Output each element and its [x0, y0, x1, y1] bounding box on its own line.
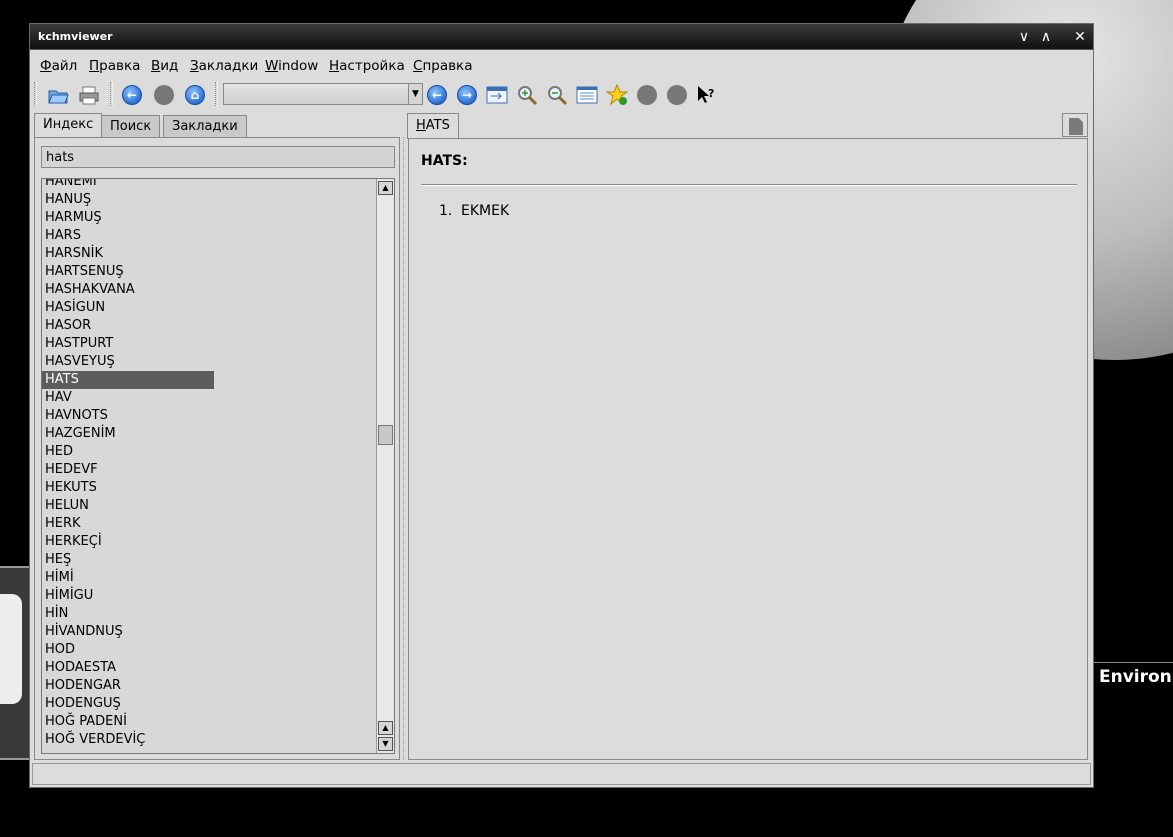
list-item[interactable]: HODAESTA	[42, 659, 214, 677]
list-number: 1.	[439, 203, 453, 219]
list-item[interactable]: HEKUTS	[42, 479, 214, 497]
status-bar	[32, 763, 1091, 785]
scroll-thumb[interactable]	[378, 425, 393, 445]
list-item[interactable]: HİMİ	[42, 569, 214, 587]
list-item[interactable]: HOD	[42, 641, 214, 659]
menu-bookmarks[interactable]: Закладки	[190, 58, 258, 74]
toolbar-grip[interactable]	[34, 82, 37, 106]
list-item[interactable]: HASİGUN	[42, 299, 214, 317]
panel-splitter[interactable]	[403, 137, 407, 760]
index-search-input[interactable]	[41, 146, 395, 168]
list-item[interactable]: HANEMİ	[42, 179, 214, 191]
list-item[interactable]: HODENGUŞ	[42, 695, 214, 713]
desktop-divider	[1094, 662, 1173, 663]
home-icon[interactable]: ⌂	[183, 83, 207, 107]
list-item[interactable]: HEŞ	[42, 551, 214, 569]
list-item-selected[interactable]: HATS	[42, 371, 214, 389]
content-heading: HATS:	[421, 153, 468, 169]
address-combo[interactable]: ▼	[223, 83, 423, 105]
tab-content[interactable]: HATS	[407, 113, 459, 139]
list-item[interactable]: HERKEÇİ	[42, 533, 214, 551]
nav-back-icon[interactable]: ←	[425, 83, 449, 107]
add-bookmark-icon[interactable]	[605, 83, 629, 107]
menu-help[interactable]: Справка	[413, 58, 473, 74]
title-bar[interactable]: kchmviewer ∨ ∧ ✕	[30, 24, 1093, 50]
tab-index[interactable]: Индекс	[34, 113, 103, 139]
list-item[interactable]: HEDEVF	[42, 461, 214, 479]
list-item[interactable]: HELUN	[42, 497, 214, 515]
list-item[interactable]: HANUŞ	[42, 191, 214, 209]
print-icon[interactable]	[77, 83, 101, 107]
menu-settings[interactable]: Настройка	[329, 58, 405, 74]
zoom-in-icon[interactable]	[515, 83, 539, 107]
toolbar: ← ⌂ ▼ ← → ?	[30, 80, 1093, 110]
nav-forward-icon[interactable]: →	[455, 83, 479, 107]
index-list-items: HANEMİ HANUŞ HARMUŞ HARS HARSNİK HARTSENUŞ HAS…	[42, 179, 376, 749]
new-page-icon	[1069, 118, 1083, 135]
list-item[interactable]: HİN	[42, 605, 214, 623]
list-item[interactable]: HOĞ VERDEVİÇ	[42, 731, 214, 749]
list-item[interactable]: HİVANDNUŞ	[42, 623, 214, 641]
tab-bookmarks[interactable]: Закладки	[163, 115, 247, 137]
open-icon[interactable]	[46, 83, 70, 107]
menu-window[interactable]: Window	[265, 58, 318, 74]
scroll-down-icon[interactable]: ▼	[378, 737, 393, 751]
toolbar-grip[interactable]	[215, 82, 218, 106]
index-panel: HANEMİHANUŞHARMUŞHARSHARSNİKHARTSENUŞHAS…	[34, 137, 400, 760]
desktop-text: Environn	[1099, 667, 1173, 687]
desktop: Environn kchmviewer ∨ ∧ ✕ Файл Правка Ви…	[0, 0, 1173, 837]
scroll-up-icon[interactable]: ▲	[378, 181, 393, 195]
list-item[interactable]: HARS	[42, 227, 214, 245]
tab-search[interactable]: Поиск	[101, 115, 161, 137]
list-item[interactable]: EKMEK	[461, 203, 509, 219]
chevron-down-icon[interactable]: ▼	[408, 84, 422, 104]
app-window: kchmviewer ∨ ∧ ✕ Файл Правка Вид Закладк…	[29, 23, 1094, 788]
list-item[interactable]: HASHAKVANA	[42, 281, 214, 299]
list-item[interactable]: HARSNİK	[42, 245, 214, 263]
svg-text:?: ?	[708, 87, 714, 100]
stop-icon[interactable]	[152, 83, 176, 107]
content-divider	[421, 184, 1077, 186]
minimize-button[interactable]: ∨	[1015, 28, 1033, 46]
menu-view[interactable]: Вид	[151, 58, 178, 74]
toolbar-grip[interactable]	[110, 82, 113, 106]
back-icon[interactable]: ←	[120, 83, 144, 107]
index-list: HANEMİ HANUŞ HARMUŞ HARS HARSNİK HARTSENUŞ HAS…	[41, 178, 395, 754]
scroll-up-icon[interactable]: ▲	[378, 721, 393, 735]
prev-page-icon[interactable]	[635, 83, 659, 107]
next-page-icon[interactable]	[665, 83, 689, 107]
close-button[interactable]: ✕	[1071, 28, 1089, 46]
menu-bar: Файл Правка Вид Закладки Window Настройк…	[30, 51, 1093, 79]
view-source-icon[interactable]	[575, 83, 599, 107]
zoom-out-icon[interactable]	[545, 83, 569, 107]
list-item[interactable]: HİMİGU	[42, 587, 214, 605]
list-item[interactable]: HASOR	[42, 317, 214, 335]
list-item[interactable]: HODENGAR	[42, 677, 214, 695]
maximize-button[interactable]: ∧	[1037, 28, 1055, 46]
menu-edit[interactable]: Правка	[89, 58, 140, 74]
window-title: kchmviewer	[38, 30, 113, 43]
index-scrollbar[interactable]: ▲ ▲ ▼	[376, 179, 394, 753]
sync-toc-icon[interactable]	[485, 83, 509, 107]
list-item[interactable]: HERK	[42, 515, 214, 533]
whats-this-icon[interactable]: ?	[694, 83, 718, 107]
list-item[interactable]: HASVEYUŞ	[42, 353, 214, 371]
list-item[interactable]: HARMUŞ	[42, 209, 214, 227]
menu-file[interactable]: Файл	[40, 58, 77, 74]
list-item[interactable]: HAV	[42, 389, 214, 407]
list-item[interactable]: HAZGENİM	[42, 425, 214, 443]
list-item[interactable]: HARTSENUŞ	[42, 263, 214, 281]
list-item[interactable]: HOĞ PADENİ	[42, 713, 214, 731]
new-tab-button[interactable]	[1062, 113, 1088, 137]
list-item[interactable]: HASTPURT	[42, 335, 214, 353]
content-view: HATS: 1. EKMEK	[408, 138, 1088, 760]
list-item[interactable]: HED	[42, 443, 214, 461]
list-item[interactable]: HAVNOTS	[42, 407, 214, 425]
